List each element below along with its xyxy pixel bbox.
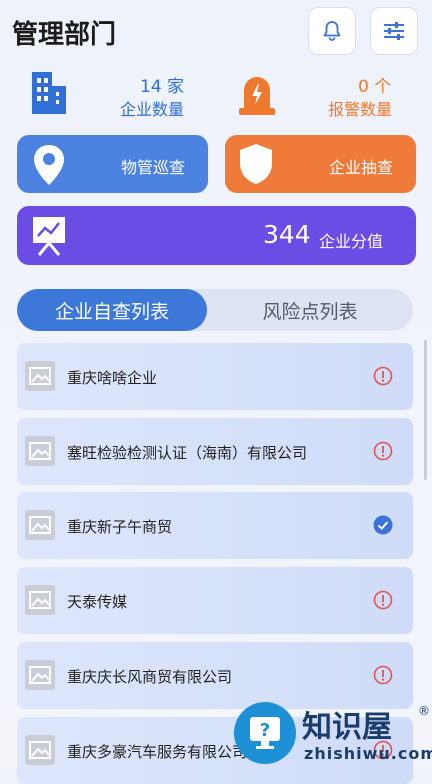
tab-self-check-list[interactable]: 企业自查列表 [17, 289, 207, 331]
enterprise-name: 重庆啥啥企业 [67, 369, 158, 387]
list-item[interactable]: 重庆啥啥企业 [17, 343, 413, 410]
registered-mark: ® [418, 704, 430, 718]
score-value: 344 [263, 220, 311, 249]
location-pin-icon [34, 145, 64, 185]
enterprise-count: 14 家 [140, 77, 185, 97]
score-label: 企业分值 [319, 232, 384, 251]
page-title: 管理部门 [12, 20, 117, 50]
alarm-count-stat[interactable]: 0 个 报警数量 [216, 64, 432, 124]
header: 管理部门 [0, 0, 432, 64]
watermark-logo: ? 知识屋 ® zhishiwu.com [232, 700, 432, 768]
patrol-label: 物管巡查 [121, 158, 186, 177]
list-item[interactable]: 天泰传媒 [17, 567, 413, 634]
check-circle-icon [373, 515, 393, 535]
bell-icon [323, 21, 341, 41]
sliders-icon [384, 22, 404, 40]
scrollbar[interactable] [424, 340, 427, 480]
filter-button[interactable] [370, 7, 418, 55]
enterprise-name: 天泰传媒 [67, 593, 128, 611]
tab-risk-point-list[interactable]: 风险点列表 [207, 289, 413, 331]
building-icon [32, 72, 66, 114]
enterprise-name: 重庆新子午商贸 [67, 518, 173, 536]
image-placeholder-icon [25, 436, 55, 466]
alarm-count-label: 报警数量 [328, 100, 393, 119]
enterprise-count-label: 企业数量 [120, 100, 185, 119]
enterprise-name: 塞旺检验检测认证（海南）有限公司 [67, 444, 308, 462]
presentation-chart-icon [33, 217, 65, 256]
image-placeholder-icon [25, 510, 55, 540]
image-placeholder-icon [25, 585, 55, 615]
warning-icon [373, 441, 393, 461]
warning-icon [373, 590, 393, 610]
list-item[interactable]: 塞旺检验检测认证（海南）有限公司 [17, 418, 413, 485]
spot-check-button[interactable]: 企业抽查 [225, 135, 416, 193]
svg-text:?: ? [260, 720, 270, 741]
list-tabs: 企业自查列表 风险点列表 [17, 289, 413, 331]
image-placeholder-icon [25, 361, 55, 391]
monitor-question-icon: ? [234, 702, 296, 764]
alarm-icon [239, 77, 275, 115]
list-item[interactable]: 重庆新子午商贸 [17, 492, 413, 559]
watermark-text: 知识屋 [302, 710, 392, 745]
score-button[interactable]: 344 企业分值 [17, 206, 416, 265]
warning-icon [373, 665, 393, 685]
alarm-count: 0 个 [358, 77, 392, 97]
warning-icon [373, 366, 393, 386]
image-placeholder-icon [25, 735, 55, 765]
image-placeholder-icon [25, 660, 55, 690]
stats-row: 14 家 企业数量 0 个 报警数量 [0, 64, 432, 124]
enterprise-name: 重庆庆长风商贸有限公司 [67, 668, 233, 686]
spot-check-label: 企业抽查 [329, 158, 394, 177]
notification-button[interactable] [308, 7, 356, 55]
shield-icon [240, 144, 272, 184]
watermark-url: zhishiwu.com [304, 744, 432, 763]
enterprise-name: 重庆多豪汽车服务有限公司 [67, 743, 248, 761]
list-item[interactable]: 重庆庆长风商贸有限公司 [17, 642, 413, 709]
patrol-button[interactable]: 物管巡查 [17, 135, 208, 193]
enterprise-count-stat[interactable]: 14 家 企业数量 [0, 64, 216, 124]
